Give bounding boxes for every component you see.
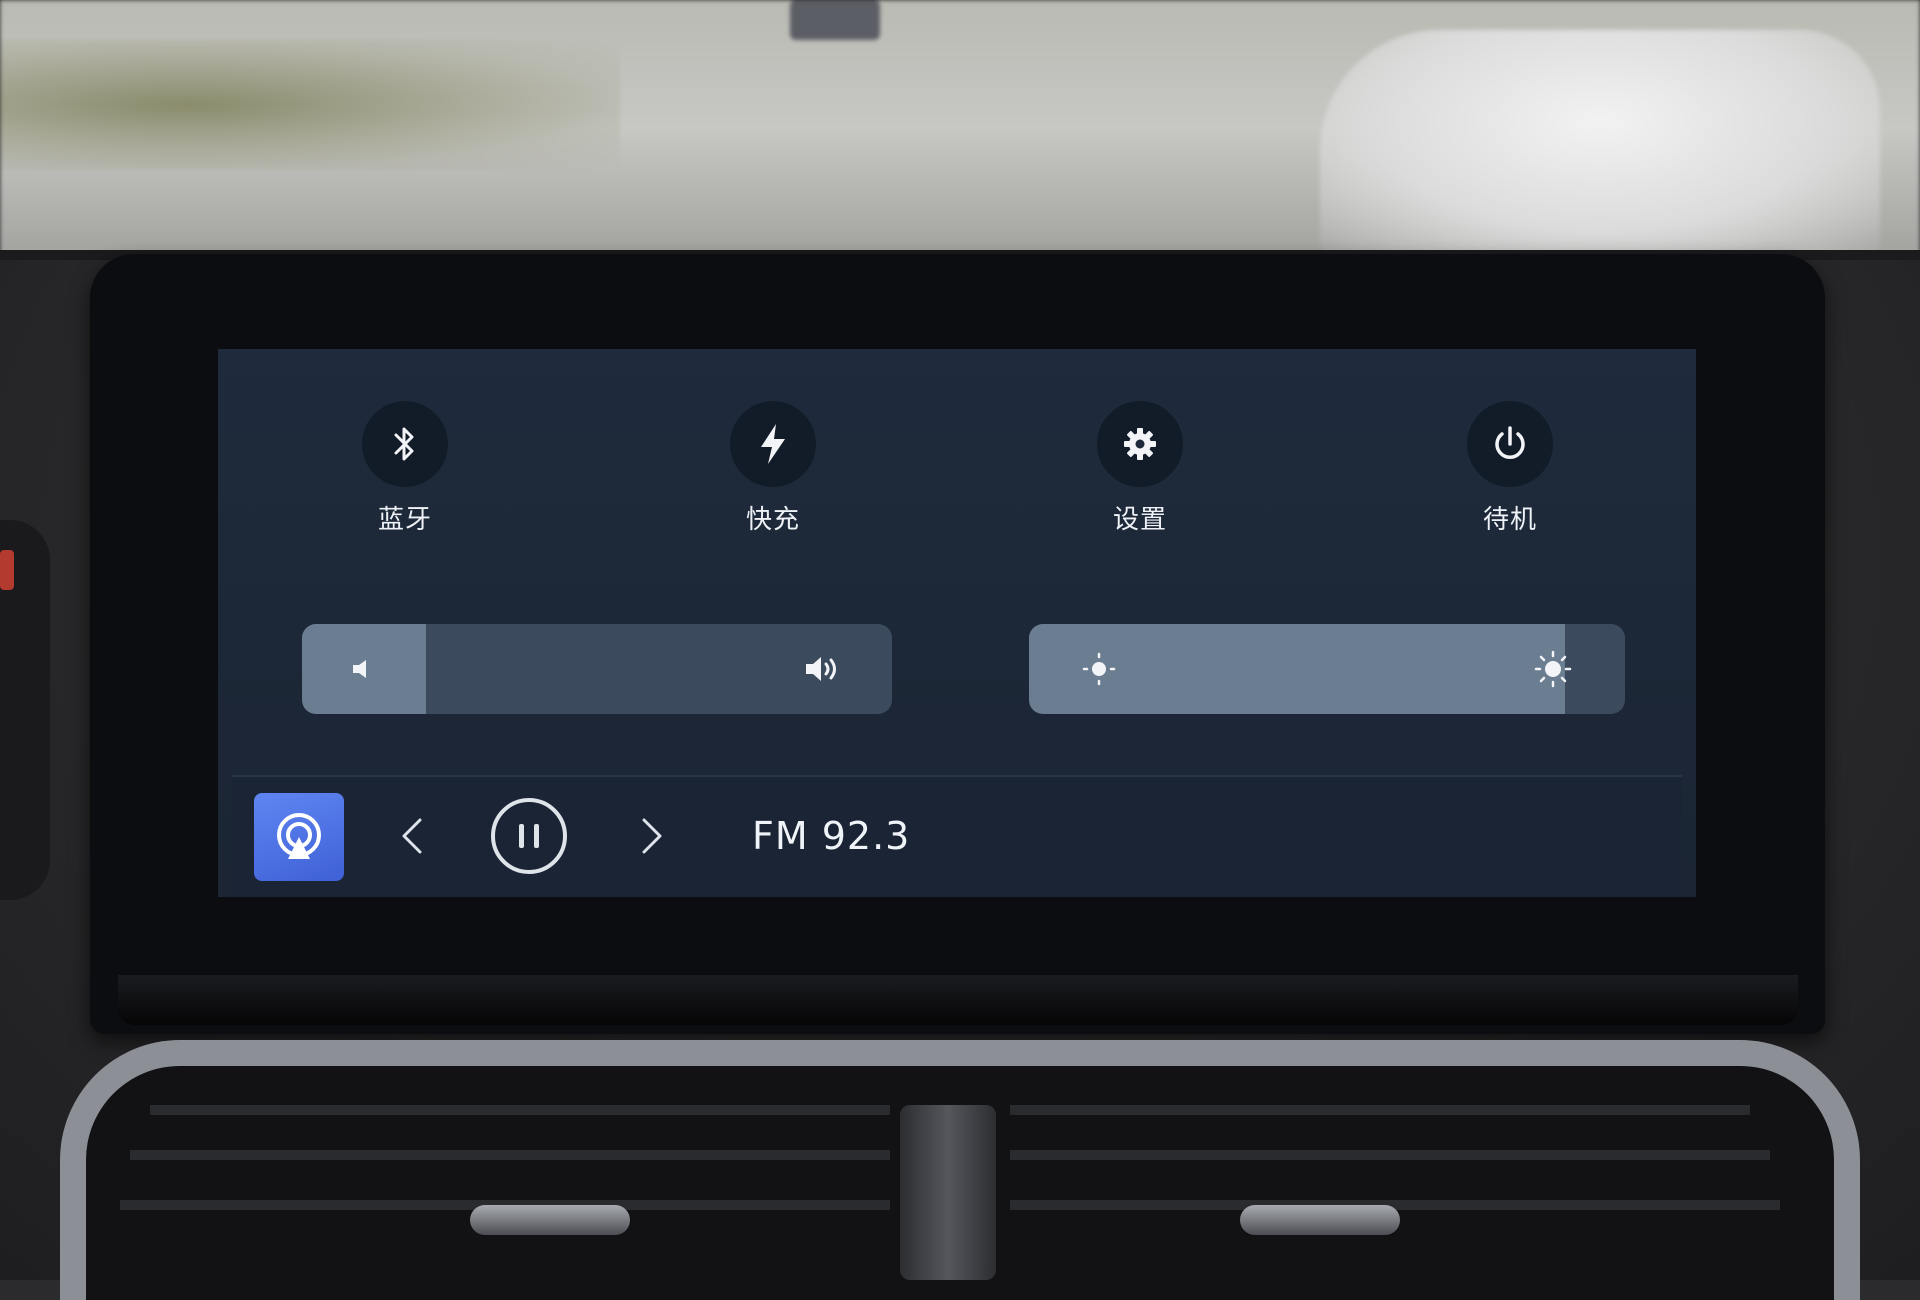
brightness-high-icon — [1531, 624, 1575, 714]
control-center-panel: 蓝牙 快充 设置 待机 FM 92.3 — [218, 349, 1696, 897]
quick-toggle-label: 快充 — [745, 505, 800, 535]
power-icon — [1467, 401, 1553, 487]
quick-toggle-bluetooth[interactable]: 蓝牙 — [335, 401, 475, 536]
play-pause-button[interactable] — [486, 777, 572, 895]
quick-toggle-standby[interactable]: 待机 — [1440, 401, 1580, 536]
left-dashboard-control — [0, 520, 50, 900]
gear-icon — [1097, 401, 1183, 487]
pause-icon — [491, 798, 567, 874]
vent-slat — [1010, 1150, 1770, 1160]
screen-bezel-lip — [118, 975, 1798, 1025]
roadside-blur — [0, 40, 620, 170]
parked-car-blur — [1320, 30, 1880, 260]
bluetooth-icon — [362, 401, 448, 487]
radio-icon — [277, 813, 321, 859]
previous-button[interactable] — [382, 777, 442, 895]
quick-toggle-settings[interactable]: 设置 — [1070, 401, 1210, 536]
brightness-slider[interactable] — [1029, 624, 1625, 714]
station-label: FM 92.3 — [752, 814, 911, 858]
quick-toggle-label: 蓝牙 — [377, 505, 432, 535]
distant-car-blur — [790, 0, 880, 40]
vent-divider — [900, 1105, 996, 1280]
speaker-high-icon — [802, 624, 846, 714]
volume-slider[interactable] — [302, 624, 892, 714]
next-button[interactable] — [622, 777, 682, 895]
vent-slat — [1010, 1105, 1750, 1115]
quick-toggle-label: 设置 — [1112, 505, 1167, 535]
chevron-left-icon — [402, 818, 422, 854]
chevron-right-icon — [642, 818, 662, 854]
vent-adjuster-right[interactable] — [1240, 1205, 1400, 1235]
brightness-low-icon — [1079, 624, 1119, 714]
quick-toggle-label: 待机 — [1482, 505, 1537, 535]
radio-app-button[interactable] — [254, 793, 344, 881]
speaker-low-icon — [342, 624, 382, 714]
windshield-view-background — [0, 0, 1920, 285]
vent-adjuster-left[interactable] — [470, 1205, 630, 1235]
vent-slat — [150, 1105, 890, 1115]
quick-toggle-fast-charge[interactable]: 快充 — [703, 401, 843, 536]
lightning-icon — [730, 401, 816, 487]
media-bar: FM 92.3 — [232, 775, 1682, 895]
vent-slat — [130, 1150, 890, 1160]
